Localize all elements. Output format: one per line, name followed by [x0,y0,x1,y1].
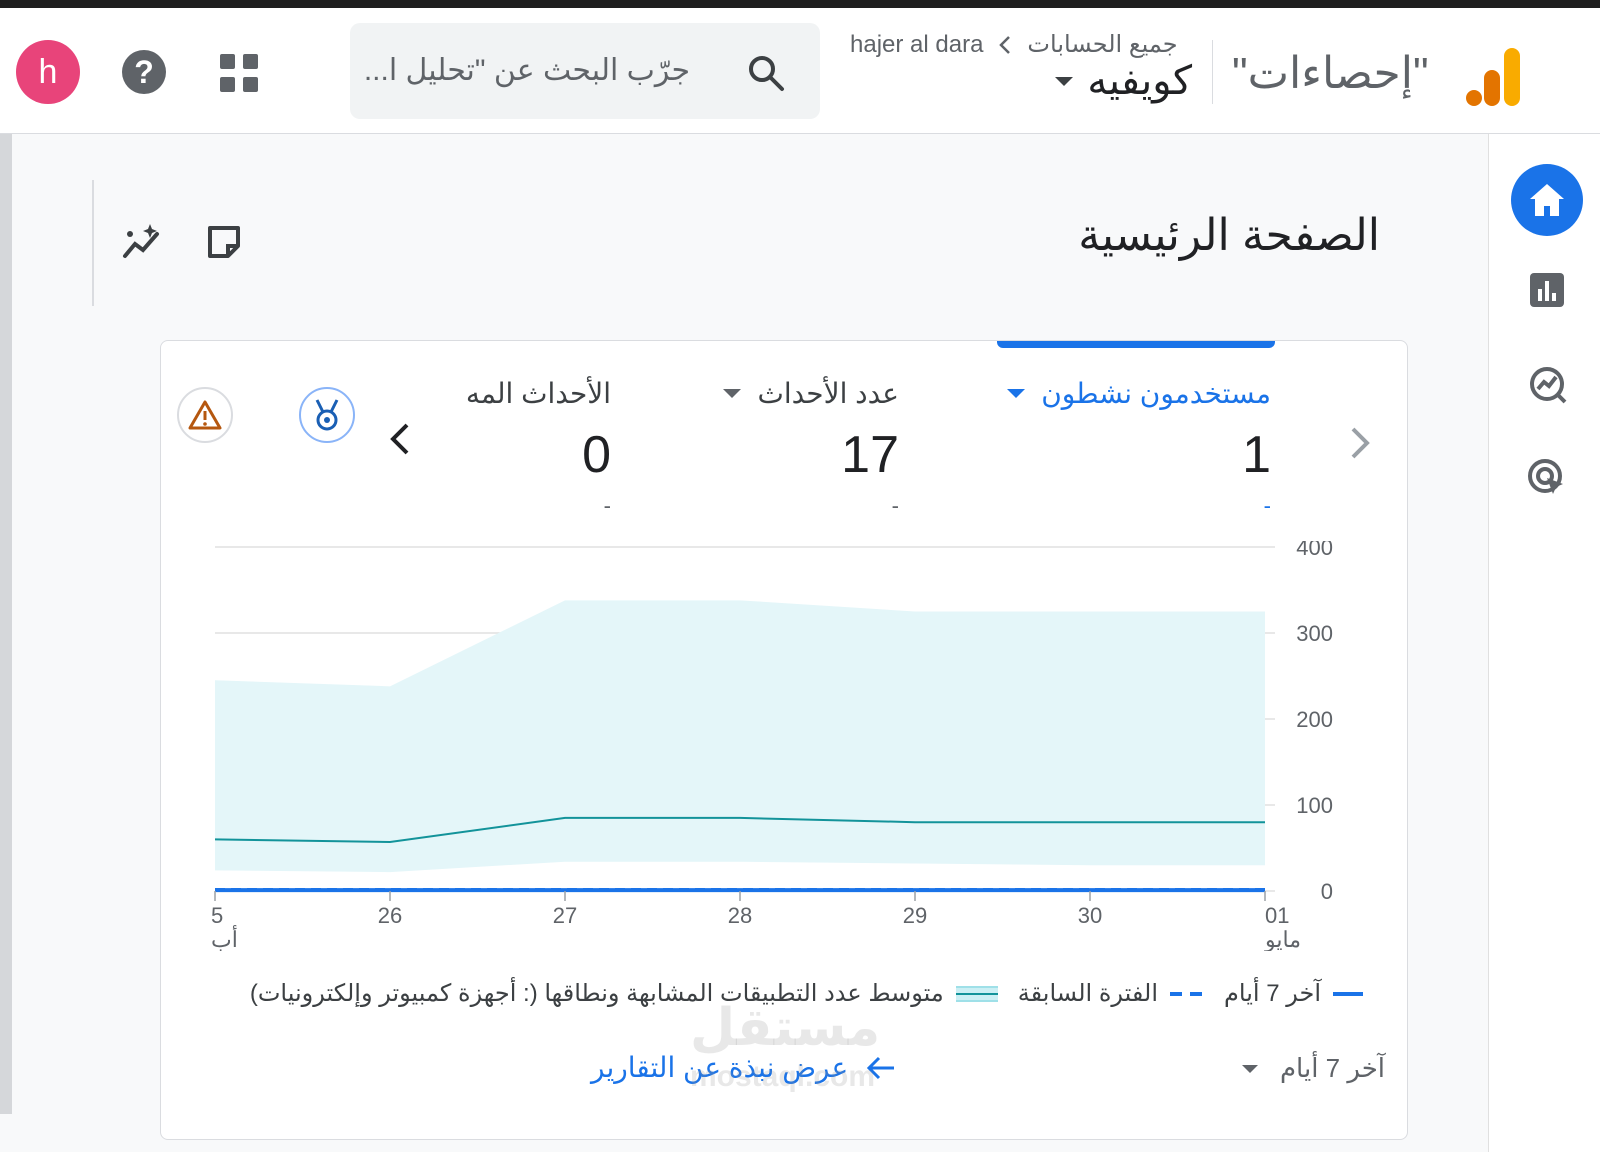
reports-bar-chart-icon[interactable] [1527,270,1567,310]
help-icon[interactable]: ? [122,50,166,94]
x-tick-sublabel: مايو [1264,927,1301,951]
chevron-left-icon [999,35,1011,54]
account-avatar[interactable]: h [16,40,80,104]
right-nav-rail [1488,134,1600,1152]
all-accounts-label: جميع الحسابات [1027,31,1178,58]
browser-top-strip [0,0,1600,8]
product-name: "إحصاءات" [1232,49,1429,98]
app-header: h ? جرّب البحث عن "تحليل ا... hajer al d… [0,8,1600,134]
metric-value: 0 [582,426,611,484]
date-range-selector[interactable]: آخر 7 أيام [1241,1053,1385,1084]
chevron-right-icon[interactable] [1347,423,1373,463]
warning-icon[interactable] [177,387,233,443]
avatar-letter: h [38,52,58,91]
account-breadcrumb[interactable]: hajer al dara جميع الحسابات [850,30,1178,59]
legend-item-benchmark: متوسط عدد التطبيقات المشابهة ونطاقها (: … [250,979,998,1008]
search-box[interactable]: جرّب البحث عن "تحليل ا... [350,23,820,119]
apps-grid-icon[interactable] [220,54,258,92]
legend-item-previous: الفترة السابقة [1017,979,1205,1008]
insights-sparkle-icon[interactable] [122,222,162,262]
caret-down-icon [1007,389,1026,398]
watermark-text: مستقل [690,999,881,1057]
y-tick-label: 300 [1296,621,1333,646]
legend-label: الفترة السابقة [1017,980,1159,1007]
metric-delta: - [891,493,899,518]
x-tick-label: 27 [553,903,577,928]
caret-down-icon [1055,76,1074,86]
legend-swatch-solid [1333,991,1363,996]
metric-value: 1 [1242,426,1271,484]
metric-delta: - [1263,493,1271,518]
page-title: الصفحة الرئيسية [1078,211,1380,260]
x-tick-label: 5 [211,903,223,928]
caret-down-icon [723,389,742,398]
x-tick-sublabel: أب [211,924,238,951]
toolbar-divider [92,180,94,306]
metric-label: عدد الأحداث [757,378,899,409]
x-tick-label: 01 [1265,903,1289,928]
property-selector[interactable]: كويفيه [1055,58,1192,104]
date-range-label: آخر 7 أيام [1279,1053,1385,1083]
explore-icon[interactable] [1527,364,1567,404]
note-icon[interactable] [204,222,244,262]
metric-tab-key-events[interactable]: الأحداث المه [466,377,611,410]
y-tick-label: 100 [1296,793,1333,818]
caret-down-icon [1241,1064,1258,1073]
metric-label: الأحداث المه [465,378,611,409]
header-divider [1212,40,1213,104]
active-users-chart: 400 300 200 100 0 5أب 26 27 28 29 30 01مايو [211,541,1333,951]
search-icon[interactable] [746,53,786,93]
legend-swatch-band [955,985,998,1002]
y-tick-label: 200 [1296,707,1333,732]
metric-label: مستخدمون نشطون [1041,378,1271,409]
search-input[interactable]: جرّب البحث عن "تحليل ا... [364,53,690,88]
metric-tab-active-users[interactable]: مستخدمون نشطون [1007,377,1271,410]
metric-value: 17 [841,426,899,484]
x-tick-label: 30 [1078,903,1102,928]
x-tick-label: 29 [903,903,927,928]
watermark-url: mostaql.com [690,1060,876,1093]
property-name: كويفيه [1087,59,1192,103]
active-tab-indicator [997,341,1275,348]
benchmark-range-band [215,600,1265,873]
chevron-left-icon[interactable] [387,419,413,459]
left-scrollbar[interactable] [0,134,12,1114]
legend-swatch-dashed [1170,991,1205,996]
legend-label: آخر 7 أيام [1224,980,1321,1007]
x-tick-label: 26 [378,903,402,928]
nav-home-button[interactable] [1511,164,1583,236]
advertising-target-icon[interactable] [1527,458,1567,498]
y-tick-label: 400 [1296,541,1333,560]
metric-delta: - [603,493,611,518]
benchmark-medal-icon[interactable] [299,387,355,443]
home-icon [1530,184,1564,216]
analytics-logo-icon [1466,48,1520,106]
x-tick-label: 28 [728,903,752,928]
metric-tab-event-count[interactable]: عدد الأحداث [723,377,899,410]
y-tick-label: 0 [1321,879,1333,904]
legend-item-last7: آخر 7 أيام [1224,979,1363,1008]
account-user-label: hajer al dara [850,30,984,58]
